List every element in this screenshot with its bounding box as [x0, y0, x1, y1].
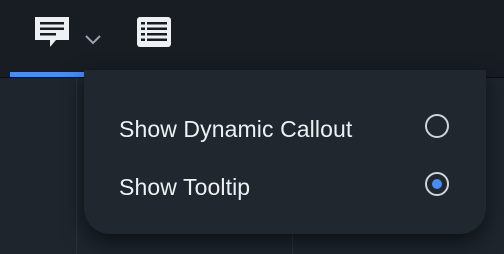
tab-list[interactable]: [120, 0, 190, 77]
list-view-icon: [137, 17, 171, 47]
tab-callout[interactable]: [10, 0, 101, 77]
callout-comment-icon: [35, 17, 69, 47]
toolbar: [0, 0, 504, 78]
app-root: Show Dynamic Callout Show Tooltip: [0, 0, 504, 254]
option-show-tooltip[interactable]: Show Tooltip: [84, 163, 486, 211]
background-divider: [76, 78, 77, 254]
callout-options-menu: Show Dynamic Callout Show Tooltip: [84, 70, 486, 234]
chevron-down-icon[interactable]: [84, 33, 102, 45]
option-show-dynamic-callout[interactable]: Show Dynamic Callout: [84, 105, 486, 153]
radio-selected-dot: [432, 179, 442, 189]
selected-tab-indicator: [10, 72, 91, 77]
option-label: Show Dynamic Callout: [119, 116, 353, 142]
option-label: Show Tooltip: [119, 174, 251, 200]
radio-button[interactable]: [425, 114, 449, 138]
radio-button-selected[interactable]: [425, 172, 449, 196]
